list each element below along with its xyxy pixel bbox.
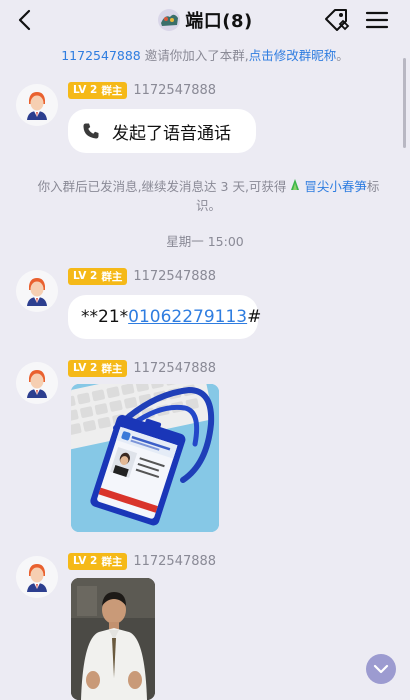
join-notice: 1172547888 邀请你加入了本群,点击修改群昵称。 [61, 48, 349, 63]
sender-name[interactable]: 1172547888 [133, 554, 216, 569]
user-avatar-icon [16, 362, 58, 404]
user-avatar-icon [16, 84, 58, 126]
owner-badge: LV 2 群主 [68, 267, 128, 285]
chevron-down-icon [373, 664, 389, 674]
person-photo[interactable] [71, 578, 155, 700]
chat-header: 端口(8) [0, 0, 410, 40]
tag-settings-icon[interactable] [322, 6, 352, 34]
sender-name[interactable]: 1172547888 [133, 361, 216, 376]
avatar[interactable] [16, 84, 58, 126]
bamboo-shoot-icon [291, 179, 300, 190]
user-avatar-icon [16, 270, 58, 312]
avatar[interactable] [16, 270, 58, 312]
message-meta: LV 2 群主 1172547888 [68, 359, 216, 377]
edit-nickname-link[interactable]: 点击修改群昵称 [249, 48, 337, 63]
scrollbar[interactable] [403, 58, 406, 148]
group-avatar-icon [158, 9, 181, 31]
phone-number-link[interactable]: 01062279113 [128, 307, 247, 327]
sender-name[interactable]: 1172547888 [133, 269, 216, 284]
bamboo-shoot-link[interactable]: 冒尖小春笋 [304, 179, 367, 194]
avatar[interactable] [16, 362, 58, 404]
message-meta: LV 2 群主 1172547888 [68, 81, 216, 99]
voice-call-text: 发起了语音通话 [112, 123, 231, 144]
user-avatar-icon [16, 556, 58, 598]
scroll-to-bottom-button[interactable] [366, 654, 396, 684]
system-notice: 你入群后已发消息,继续发消息达 3 天,可获得 冒尖小春笋标识。 [37, 179, 380, 213]
time-stamp: 星期一 15:00 [166, 234, 244, 249]
man-in-shirt-image [71, 578, 155, 700]
inviter-link[interactable]: 1172547888 [61, 48, 141, 63]
number-message-bubble[interactable]: **21* 01062279113 # [68, 295, 261, 339]
id-badge-photo[interactable] [71, 384, 219, 532]
hamburger-menu-icon[interactable] [364, 8, 390, 32]
avatar[interactable] [16, 556, 58, 598]
chat-title: 端口(8) [185, 11, 253, 32]
voice-call-bubble[interactable]: 发起了语音通话 [68, 109, 256, 153]
sender-name[interactable]: 1172547888 [133, 83, 216, 98]
phone-icon [83, 123, 99, 139]
message-meta: LV 2 群主 1172547888 [68, 552, 216, 570]
owner-badge: LV 2 群主 [68, 359, 128, 377]
owner-badge: LV 2 群主 [68, 81, 128, 99]
owner-badge: LV 2 群主 [68, 552, 128, 570]
message-meta: LV 2 群主 1172547888 [68, 267, 216, 285]
id-badge-lanyard-image [71, 384, 219, 532]
